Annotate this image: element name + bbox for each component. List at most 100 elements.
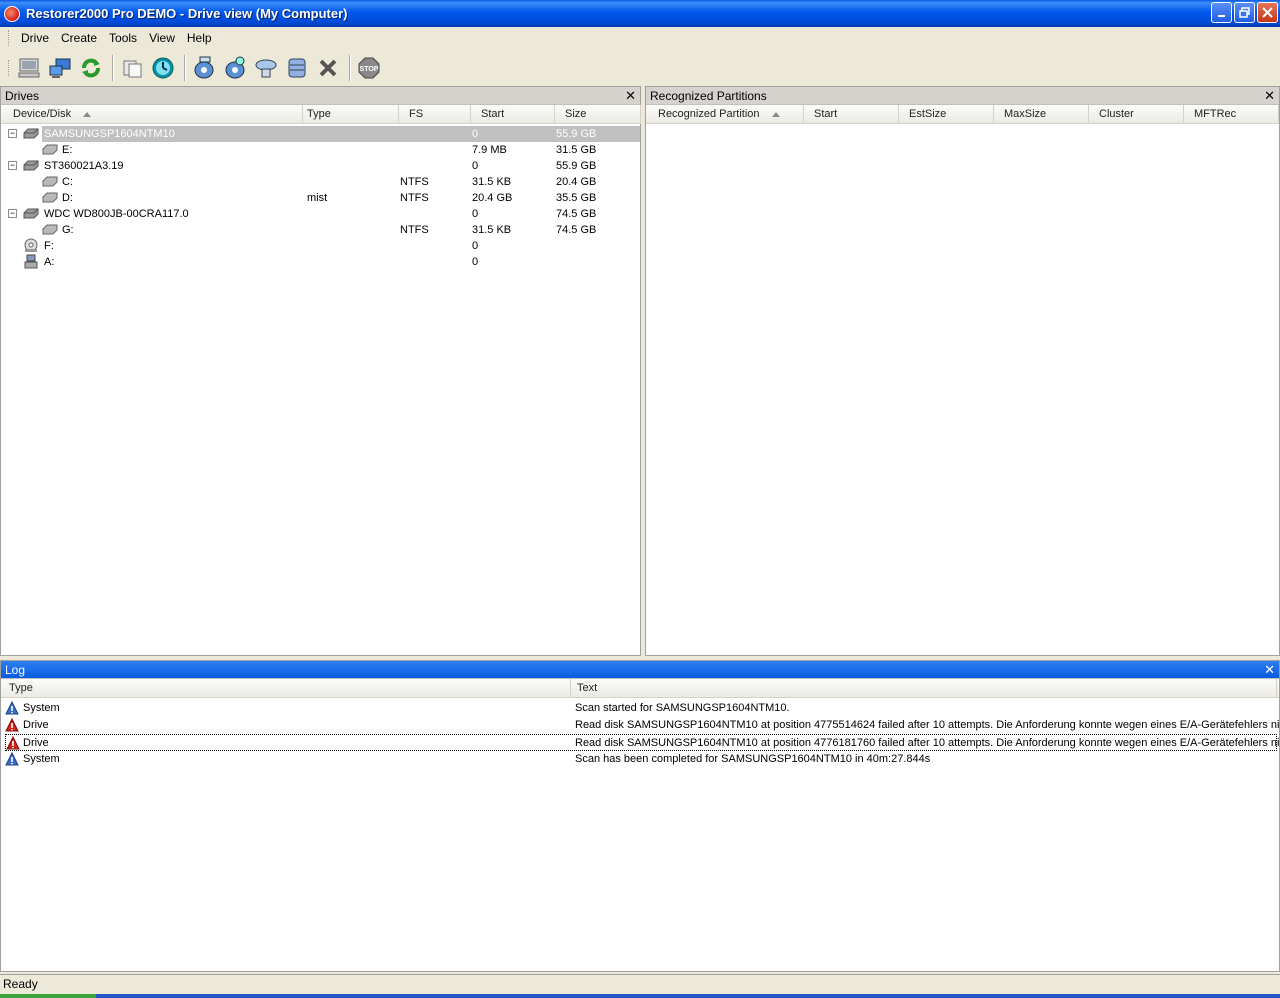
partition-icon bbox=[42, 224, 58, 235]
close-icon[interactable]: ✕ bbox=[1264, 662, 1275, 678]
col-cluster[interactable]: Cluster bbox=[1089, 105, 1184, 124]
restore-button[interactable] bbox=[1234, 2, 1255, 23]
log-row[interactable]: System Scan started for SAMSUNGSP1604NTM… bbox=[5, 700, 1277, 717]
network-icon bbox=[49, 58, 71, 78]
log-row[interactable]: Drive Read disk SAMSUNGSP1604NTM10 at po… bbox=[5, 717, 1280, 734]
drives-panel-title: Drives bbox=[5, 88, 40, 103]
collapse-icon[interactable]: − bbox=[8, 209, 17, 218]
scan-icon bbox=[152, 57, 174, 79]
delete-icon bbox=[319, 59, 337, 77]
drive-size: 35.5 GB bbox=[556, 192, 597, 204]
log-column-header: Type Text bbox=[1, 679, 1279, 698]
toolbar-separator bbox=[184, 55, 186, 81]
col-start[interactable]: Start bbox=[804, 105, 899, 124]
drive-row[interactable]: E: 7.9 MB 31.5 GB bbox=[1, 142, 640, 158]
disk-scan-button[interactable] bbox=[221, 54, 249, 82]
sort-ascending-icon bbox=[83, 111, 92, 117]
partition-icon bbox=[42, 176, 58, 187]
app-icon[interactable] bbox=[4, 5, 20, 22]
refresh-button[interactable] bbox=[77, 54, 105, 82]
close-icon[interactable]: ✕ bbox=[1264, 88, 1275, 104]
disk-region-button[interactable] bbox=[252, 54, 280, 82]
drive-start: 31.5 KB bbox=[472, 176, 512, 188]
drive-type: mist bbox=[307, 192, 328, 204]
menu-create[interactable]: Create bbox=[55, 29, 103, 47]
drive-row[interactable]: − WDC WD800JB-00CRA117.0 0 74.5 GB bbox=[1, 206, 640, 222]
log-row[interactable]: System Scan has been completed for SAMSU… bbox=[5, 751, 1277, 768]
menu-drive[interactable]: Drive bbox=[15, 29, 55, 47]
copy-button[interactable] bbox=[118, 54, 146, 82]
refresh-icon bbox=[82, 58, 100, 78]
drive-size: 55.9 GB bbox=[556, 128, 597, 140]
col-size[interactable]: Size bbox=[555, 105, 641, 124]
scan-button[interactable] bbox=[149, 54, 177, 82]
drive-row[interactable]: − ST360021A3.19 0 55.9 GB bbox=[1, 158, 640, 174]
partitions-panel-header: Recognized Partitions ✕ bbox=[646, 87, 1279, 105]
col-type[interactable]: Type bbox=[303, 105, 399, 124]
copy-icon bbox=[123, 60, 142, 78]
disk-image-button[interactable] bbox=[283, 54, 311, 82]
drive-start: 0 bbox=[472, 240, 479, 252]
minimize-button[interactable] bbox=[1211, 2, 1232, 23]
close-icon bbox=[1262, 7, 1273, 18]
partitions-panel: Recognized Partitions ✕ Recognized Parti… bbox=[645, 86, 1280, 656]
col-mftrec[interactable]: MFTRec bbox=[1184, 105, 1279, 124]
col-recognized-partition[interactable]: Recognized Partition bbox=[654, 105, 804, 124]
drive-fs: NTFS bbox=[400, 176, 429, 188]
log-text: Read disk SAMSUNGSP1604NTM10 at position… bbox=[575, 719, 1280, 731]
col-log-type[interactable]: Type bbox=[5, 679, 571, 698]
disk-open-button[interactable] bbox=[190, 54, 218, 82]
log-row-focused[interactable]: Drive Read disk SAMSUNGSP1604NTM10 at po… bbox=[5, 734, 1280, 751]
col-maxsize[interactable]: MaxSize bbox=[994, 105, 1089, 124]
hard-disk-icon bbox=[23, 128, 39, 139]
delete-button[interactable] bbox=[314, 54, 342, 82]
drive-size: 20.4 GB bbox=[556, 176, 597, 188]
drive-size: 55.9 GB bbox=[556, 160, 597, 172]
cdrom-icon bbox=[24, 238, 38, 252]
col-estsize[interactable]: EstSize bbox=[899, 105, 994, 124]
drives-column-header: Device/Disk Type FS Start Size bbox=[1, 105, 641, 124]
collapse-icon[interactable]: − bbox=[8, 161, 17, 170]
floppy-drive-icon bbox=[24, 254, 38, 269]
menu-grip[interactable] bbox=[8, 30, 11, 46]
computer-button[interactable] bbox=[15, 54, 43, 82]
network-button[interactable] bbox=[46, 54, 74, 82]
partition-icon bbox=[42, 144, 58, 155]
menu-tools[interactable]: Tools bbox=[103, 29, 143, 47]
col-fs[interactable]: FS bbox=[399, 105, 471, 124]
partitions-column-header: Recognized Partition Start EstSize MaxSi… bbox=[646, 105, 1279, 124]
drives-panel: Drives ✕ Device/Disk Type FS Start Size … bbox=[0, 86, 641, 656]
col-log-text[interactable]: Text bbox=[571, 679, 1277, 698]
col-start[interactable]: Start bbox=[471, 105, 555, 124]
drive-row[interactable]: G: NTFS 31.5 KB 74.5 GB bbox=[1, 222, 640, 238]
disk-region-icon bbox=[255, 59, 277, 78]
log-type: System bbox=[23, 753, 60, 765]
col-device-disk[interactable]: Device/Disk bbox=[9, 105, 303, 124]
start-button[interactable] bbox=[0, 994, 96, 998]
drive-name: ST360021A3.19 bbox=[44, 160, 124, 172]
drive-row[interactable]: F: 0 bbox=[1, 238, 640, 254]
drive-row[interactable]: C: NTFS 31.5 KB 20.4 GB bbox=[1, 174, 640, 190]
drive-size: 74.5 GB bbox=[556, 224, 597, 236]
toolbar-grip[interactable] bbox=[8, 60, 11, 76]
drive-start: 7.9 MB bbox=[472, 144, 507, 156]
menu-help[interactable]: Help bbox=[181, 29, 218, 47]
minimize-icon bbox=[1217, 14, 1225, 17]
log-panel: Log ✕ Type Text System Scan started for … bbox=[0, 660, 1280, 972]
drive-name: SAMSUNGSP1604NTM10 bbox=[44, 128, 175, 140]
log-type: System bbox=[23, 702, 60, 714]
drive-row[interactable]: A: 0 bbox=[1, 254, 640, 270]
collapse-icon[interactable]: − bbox=[8, 129, 17, 138]
partition-icon bbox=[42, 192, 58, 203]
computer-icon bbox=[18, 58, 40, 78]
log-type: Drive bbox=[23, 719, 49, 731]
close-button[interactable] bbox=[1257, 2, 1278, 23]
drive-name: WDC WD800JB-00CRA117.0 bbox=[44, 208, 189, 220]
menu-view[interactable]: View bbox=[143, 29, 181, 47]
stop-button[interactable]: STOP bbox=[355, 54, 383, 82]
log-text: Scan started for SAMSUNGSP1604NTM10. bbox=[575, 702, 790, 714]
drive-name: C: bbox=[62, 176, 73, 188]
drive-row[interactable]: D: mist NTFS 20.4 GB 35.5 GB bbox=[1, 190, 640, 206]
drive-row[interactable]: − SAMSUNGSP1604NTM10 0 55.9 GB bbox=[1, 126, 640, 142]
close-icon[interactable]: ✕ bbox=[625, 88, 636, 104]
